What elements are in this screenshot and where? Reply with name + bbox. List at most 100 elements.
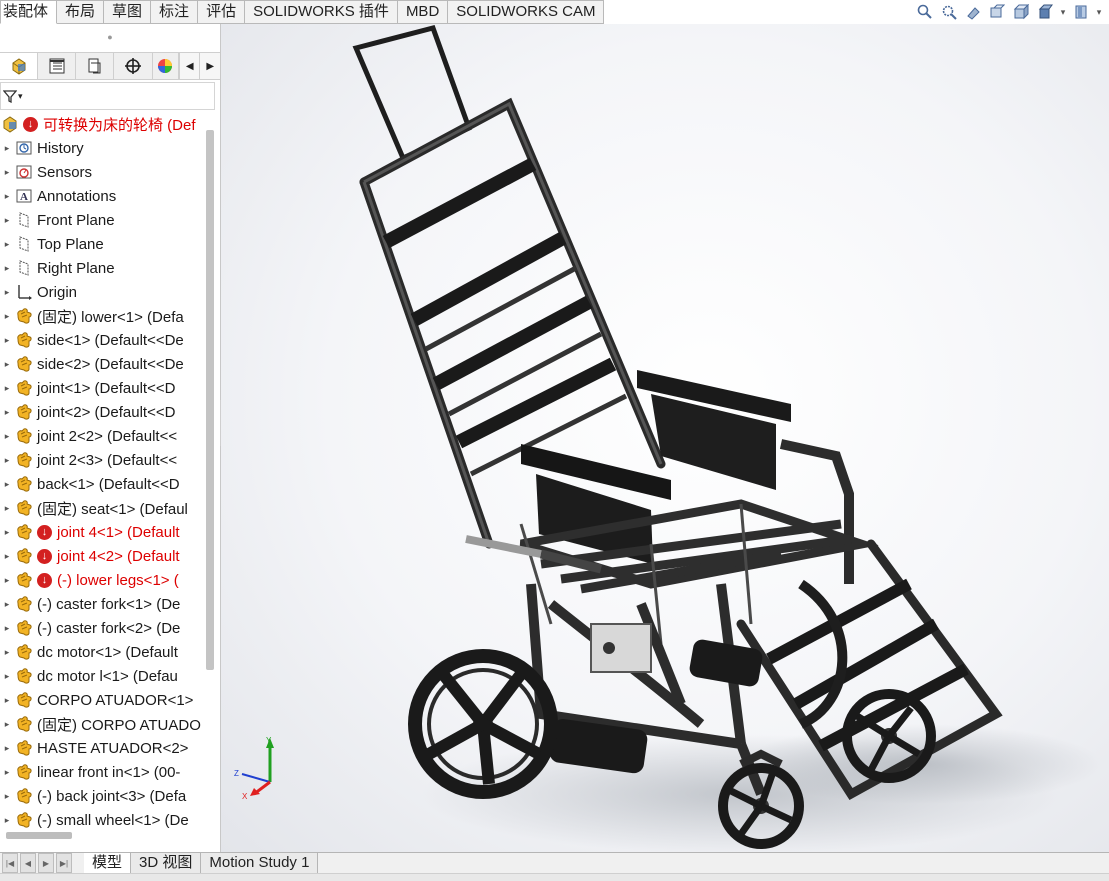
expand-arrow-icon[interactable]: ▸ — [0, 695, 14, 706]
command-tab[interactable]: 装配体 — [0, 0, 58, 24]
tree-item[interactable]: ▸ HASTE ATUADOR<2> — [0, 736, 206, 760]
chevron-down-icon[interactable]: ▾ — [1095, 2, 1103, 22]
expand-arrow-icon[interactable]: ▸ — [0, 359, 14, 370]
expand-arrow-icon[interactable]: ▸ — [0, 311, 14, 322]
expand-arrow-icon[interactable]: ▸ — [0, 719, 14, 730]
tree-item[interactable]: ▸ History — [0, 136, 206, 160]
expand-arrow-icon[interactable]: ▸ — [0, 503, 14, 514]
expand-arrow-icon[interactable]: ▸ — [0, 167, 14, 178]
chevron-right-icon[interactable]: ▶ — [199, 53, 220, 79]
expand-arrow-icon[interactable]: ▸ — [0, 623, 14, 634]
expand-arrow-icon[interactable]: ▸ — [0, 671, 14, 682]
expand-arrow-icon[interactable]: ▸ — [0, 431, 14, 442]
tree-item[interactable]: ▸ joint 2<3> (Default<< — [0, 448, 206, 472]
prev-tab-icon[interactable]: ◀ — [20, 853, 36, 873]
command-tab[interactable]: SOLIDWORKS 插件 — [245, 0, 398, 24]
expand-arrow-icon[interactable]: ▸ — [0, 239, 14, 250]
bottom-tab[interactable]: Motion Study 1 — [201, 853, 319, 873]
tree-item[interactable]: ▸ (-) back joint<3> (Defa — [0, 784, 206, 808]
tree-filter[interactable]: ▾ — [0, 82, 215, 110]
next-tab-icon[interactable]: ▶ — [38, 853, 54, 873]
expand-arrow-icon[interactable]: ▸ — [0, 287, 14, 298]
dimxpert-icon[interactable] — [114, 53, 153, 79]
expand-arrow-icon[interactable]: ▸ — [0, 407, 14, 418]
tree-item[interactable]: ▸ linear front in<1> (00- — [0, 760, 206, 784]
expand-arrow-icon[interactable]: ▸ — [0, 767, 14, 778]
expand-arrow-icon[interactable]: ▸ — [0, 791, 14, 802]
tree-item[interactable]: ▸ back<1> (Default<<D — [0, 472, 206, 496]
tree-item[interactable]: ▸ (-) small wheel<1> (De — [0, 808, 206, 830]
bottom-tab[interactable]: 3D 视图 — [131, 853, 202, 873]
tree-horizontal-scrollbar[interactable] — [6, 832, 72, 839]
tree-vertical-scrollbar[interactable] — [206, 130, 214, 670]
expand-arrow-icon[interactable]: ▸ — [0, 743, 14, 754]
display-style-icon[interactable] — [1035, 2, 1055, 22]
expand-arrow-icon[interactable]: ▸ — [0, 383, 14, 394]
tree-item[interactable]: ▸ joint<2> (Default<<D — [0, 400, 206, 424]
tree-item[interactable]: ▸ Front Plane — [0, 208, 206, 232]
expand-arrow-icon[interactable]: ▸ — [0, 455, 14, 466]
chevron-down-icon[interactable]: ▾ — [1059, 2, 1067, 22]
tree-item[interactable]: ▸ A Annotations — [0, 184, 206, 208]
command-tab[interactable]: 草图 — [104, 0, 152, 24]
previous-view-icon[interactable] — [963, 2, 983, 22]
tree-item[interactable]: ▸ joint 2<2> (Default<< — [0, 424, 206, 448]
tree-item[interactable]: ▸ ↓ joint 4<1> (Default — [0, 520, 206, 544]
bottom-tab[interactable]: 模型 — [84, 853, 132, 873]
tree-item[interactable]: ▸ CORPO ATUADOR<1> — [0, 688, 206, 712]
command-tab[interactable]: SOLIDWORKS CAM — [448, 0, 605, 24]
tree-item[interactable]: ▸ dc motor<1> (Default — [0, 640, 206, 664]
tree-item[interactable]: ▸ side<2> (Default<<De — [0, 352, 206, 376]
expand-arrow-icon[interactable]: ▸ — [0, 215, 14, 226]
expand-arrow-icon[interactable]: ▸ — [0, 263, 14, 274]
zoom-to-fit-icon[interactable] — [915, 2, 935, 22]
tree-item[interactable]: ▸ (固定) lower<1> (Defa — [0, 304, 206, 328]
expand-arrow-icon[interactable]: ▸ — [0, 599, 14, 610]
part-icon — [14, 522, 34, 542]
graphics-area[interactable] — [221, 24, 1109, 852]
tree-item[interactable]: ▸ ↓ (-) lower legs<1> ( — [0, 568, 206, 592]
chevron-down-icon[interactable]: ▾ — [18, 91, 23, 102]
command-tab[interactable]: 评估 — [198, 0, 246, 24]
first-tab-icon[interactable]: |◀ — [2, 853, 18, 873]
view-settings-icon[interactable] — [1071, 2, 1091, 22]
tree-item[interactable]: ▸ Origin — [0, 280, 206, 304]
expand-arrow-icon[interactable]: ▸ — [0, 191, 14, 202]
expand-arrow-icon[interactable]: ▸ — [0, 479, 14, 490]
tree-item[interactable]: ▸ (-) caster fork<1> (De — [0, 592, 206, 616]
expand-arrow-icon[interactable]: ▸ — [0, 143, 14, 154]
command-tab[interactable]: 布局 — [57, 0, 105, 24]
expand-arrow-icon[interactable]: ▸ — [0, 575, 14, 586]
tree-item[interactable]: ▸ dc motor l<1> (Defau — [0, 664, 206, 688]
tree-root-assembly[interactable]: ↓ 可转换为床的轮椅 (Def — [0, 112, 206, 136]
tree-item[interactable]: ▸ (-) caster fork<2> (De — [0, 616, 206, 640]
section-view-icon[interactable] — [987, 2, 1007, 22]
tree-item[interactable]: ▸ Right Plane — [0, 256, 206, 280]
tree-item[interactable]: ▸ Top Plane — [0, 232, 206, 256]
wheelchair-bed-model[interactable] — [221, 24, 1109, 852]
tree-item-label: dc motor<1> (Default — [37, 643, 178, 661]
tree-item[interactable]: ▸ joint<1> (Default<<D — [0, 376, 206, 400]
configurationmanager-icon[interactable] — [76, 53, 115, 79]
expand-arrow-icon[interactable]: ▸ — [0, 335, 14, 346]
expand-arrow-icon[interactable]: ▸ — [0, 647, 14, 658]
display-manager-icon[interactable] — [153, 53, 179, 79]
chevron-left-icon[interactable]: ◀ — [178, 53, 200, 79]
command-tab[interactable]: MBD — [397, 0, 449, 24]
tree-item[interactable]: ▸ side<1> (Default<<De — [0, 328, 206, 352]
tree-item[interactable]: ▸ Sensors — [0, 160, 206, 184]
zoom-area-icon[interactable] — [939, 2, 959, 22]
filter-icon[interactable] — [3, 89, 17, 103]
last-tab-icon[interactable]: ▶| — [56, 853, 72, 873]
view-orientation-icon[interactable] — [1011, 2, 1031, 22]
tree-item[interactable]: ▸ (固定) seat<1> (Defaul — [0, 496, 206, 520]
expand-arrow-icon[interactable]: ▸ — [0, 815, 14, 826]
propertymanager-icon[interactable] — [38, 53, 77, 79]
expand-arrow-icon[interactable]: ▸ — [0, 527, 14, 538]
tree-item[interactable]: ▸ ↓ joint 4<2> (Default — [0, 544, 206, 568]
tree-item[interactable]: ▸ (固定) CORPO ATUADO — [0, 712, 206, 736]
command-tab[interactable]: 标注 — [151, 0, 199, 24]
featuremanager-icon[interactable] — [0, 53, 39, 79]
expand-arrow-icon[interactable]: ▸ — [0, 551, 14, 562]
panel-grip[interactable]: ● — [0, 24, 220, 50]
